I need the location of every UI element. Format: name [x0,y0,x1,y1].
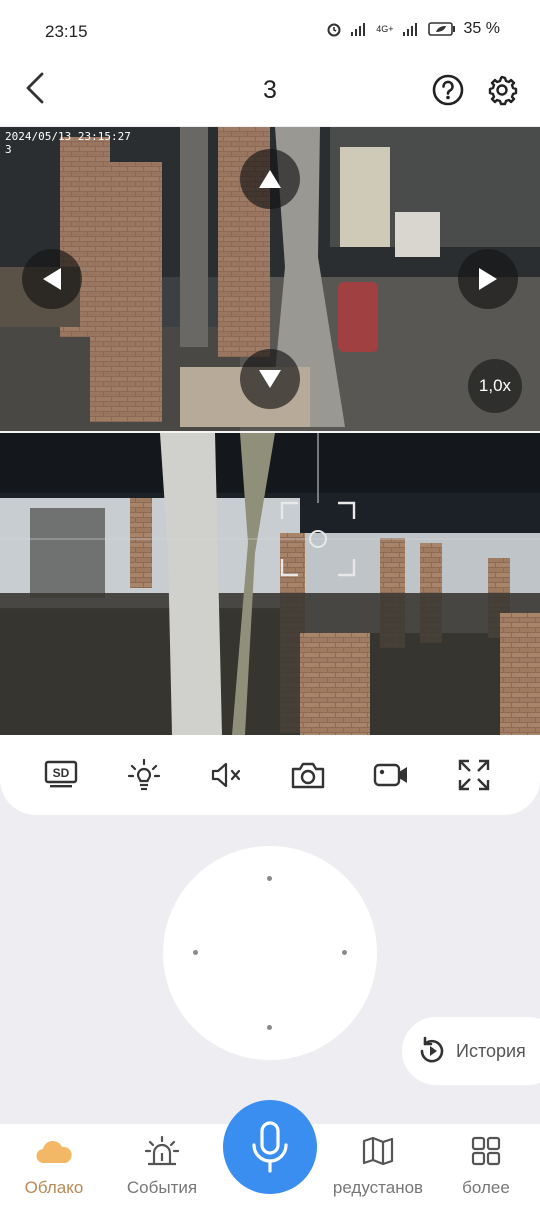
battery-icon [427,22,455,36]
light-button[interactable] [126,757,162,793]
nav-label-events: События [126,1178,198,1197]
top-bar: 3 [0,58,540,126]
signal-icon [351,23,366,36]
nav-item-more[interactable]: более [450,1124,522,1206]
joystick-left-dot [193,950,198,955]
mute-speaker-icon [211,762,241,788]
camera-scene-night-wide [0,433,540,735]
triangle-left-icon [43,268,61,290]
ptz-down-button[interactable] [240,349,300,409]
map-icon [362,1136,394,1166]
history-button[interactable]: История [402,1017,540,1085]
status-bar: 23:15 4G+ 35 % [0,0,540,66]
svg-text:SD: SD [53,766,70,780]
osd-channel: 3 [5,143,12,156]
joystick-down-dot [267,1025,272,1030]
snapshot-button[interactable] [290,757,326,793]
history-label: История [456,1040,526,1061]
ptz-joystick[interactable] [163,846,377,1060]
talk-microphone-button[interactable] [223,1100,317,1194]
mute-button[interactable] [208,757,244,793]
zoom-level-button[interactable]: 1,0x [468,359,522,413]
camera-view-ptz[interactable]: 2024/05/13 23:15:27 3 1,0x [0,127,540,431]
ptz-left-button[interactable] [22,249,82,309]
network-type: 4G+ [376,24,394,34]
camera-icon [291,762,325,789]
alarm-siren-icon [144,1135,180,1166]
signal-icon [402,23,417,36]
video-camera-icon [373,763,407,787]
grid-icon [471,1136,501,1166]
triangle-down-icon [259,370,281,388]
fullscreen-button[interactable] [456,757,492,793]
joystick-right-dot [342,950,347,955]
nav-item-events[interactable]: События [118,1124,206,1206]
focus-target-icon [280,501,356,577]
nav-label-cloud: Облако [24,1178,84,1197]
joystick-up-dot [267,876,272,881]
gear-icon [488,75,518,106]
ptz-right-button[interactable] [458,249,518,309]
camera-view-wide[interactable] [0,433,540,735]
nav-item-cloud[interactable]: Облако [18,1124,90,1206]
record-button[interactable] [373,757,409,793]
nav-item-presets[interactable]: редустанов [326,1124,430,1206]
settings-button[interactable] [486,74,518,106]
sd-card-button[interactable]: SD [43,757,79,793]
alarm-clock-icon [327,23,341,37]
triangle-right-icon [479,268,497,290]
microphone-icon [252,1121,288,1173]
sd-card-icon: SD [44,760,78,788]
help-icon [432,74,464,106]
help-button[interactable] [432,74,464,106]
battery-percent: 35 % [463,20,500,37]
triangle-up-icon [259,170,281,188]
status-time: 23:15 [45,22,88,41]
history-replay-icon [420,1036,444,1063]
osd-timestamp: 2024/05/13 23:15:27 [5,130,131,143]
cloud-icon [36,1140,72,1164]
nav-label-presets: редустанов [332,1178,424,1197]
nav-label-more: более [462,1178,510,1197]
light-bulb-icon [127,758,161,791]
fullscreen-icon [458,759,490,791]
control-toolbar: SD [0,735,540,815]
ptz-up-button[interactable] [240,149,300,209]
